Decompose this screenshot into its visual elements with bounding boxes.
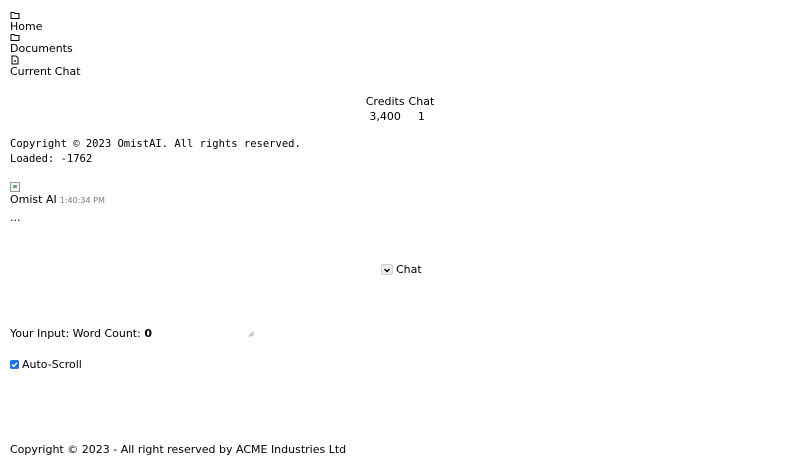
stats-header-credits: Credits <box>365 95 405 108</box>
stats-header-chat: Chat <box>408 95 435 108</box>
stats-panel: Credits Chat 3,400 1 <box>0 93 800 125</box>
nav-item-current-chat[interactable]: Current Chat <box>10 65 81 78</box>
stats-value-credits: 3,400 <box>369 110 401 123</box>
nav-item-documents[interactable]: Documents <box>10 42 73 55</box>
mode-select-value[interactable]: Chat <box>396 263 422 276</box>
word-count-label: Word Count: <box>72 327 141 340</box>
stats-value-chat: 1 <box>417 110 425 123</box>
loaded-status: Loaded: -1762 <box>10 153 93 165</box>
folder-icon[interactable] <box>10 10 20 20</box>
stats-table: Credits Chat 3,400 1 <box>363 93 438 125</box>
message-header: Omist AI 1:40:34 PM <box>10 193 105 206</box>
chat-input[interactable] <box>140 326 254 337</box>
message-body: ... <box>10 211 21 224</box>
resize-grip-icon[interactable] <box>248 331 254 337</box>
auto-scroll-label[interactable]: Auto-Scroll <box>22 358 82 371</box>
folder-icon[interactable] <box>10 32 20 42</box>
file-icon[interactable] <box>10 55 20 65</box>
mode-select[interactable] <box>381 264 393 275</box>
chevron-down-icon <box>384 268 390 273</box>
auto-scroll-checkbox[interactable] <box>10 360 19 369</box>
copyright-notice: Copyright © 2023 OmistAI. All rights res… <box>10 138 301 150</box>
input-label: Your Input: <box>10 327 70 340</box>
checkmark-icon <box>11 362 18 368</box>
avatar <box>10 182 20 192</box>
input-row: Your Input: Word Count: 0 <box>10 327 152 340</box>
message-author: Omist AI <box>10 193 57 206</box>
message-time: 1:40:34 PM <box>59 196 105 205</box>
